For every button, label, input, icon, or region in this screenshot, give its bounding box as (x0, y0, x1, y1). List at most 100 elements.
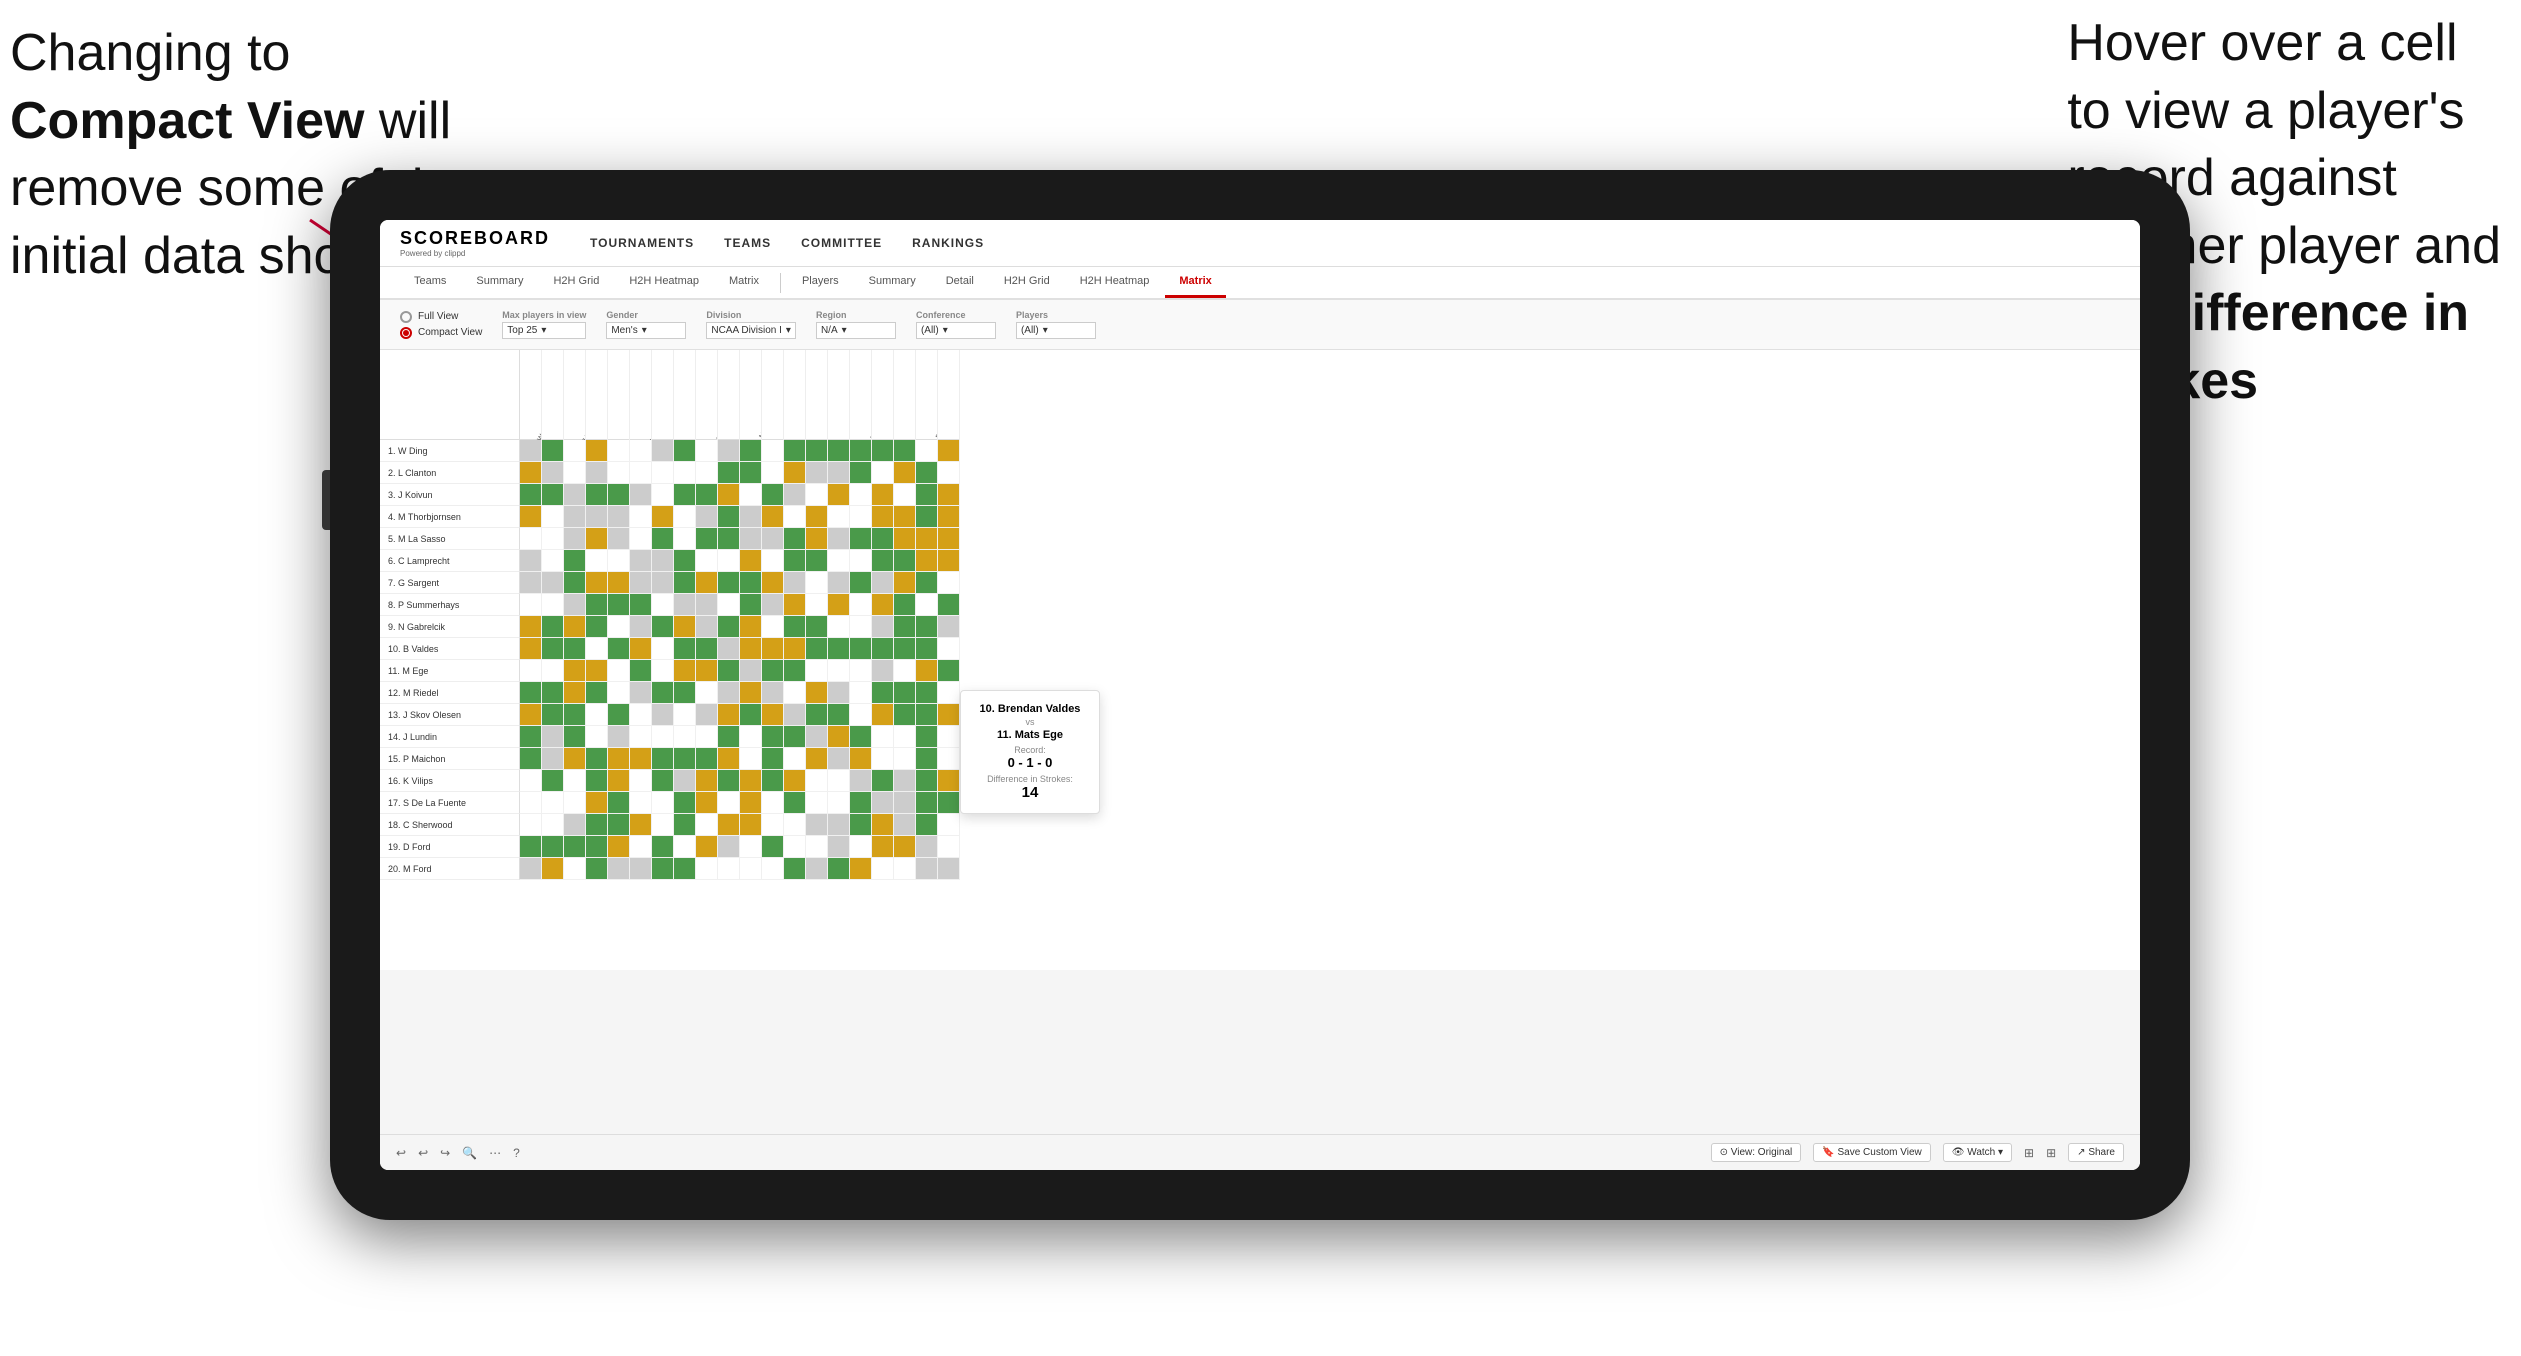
grid-icon[interactable]: ⊞ (2046, 1146, 2056, 1160)
matrix-cell[interactable] (586, 726, 608, 748)
matrix-cell[interactable] (894, 792, 916, 814)
matrix-cell[interactable] (894, 550, 916, 572)
matrix-cell[interactable] (718, 616, 740, 638)
matrix-cell[interactable] (784, 594, 806, 616)
matrix-cell[interactable] (916, 836, 938, 858)
matrix-cell[interactable] (916, 638, 938, 660)
matrix-cell[interactable] (718, 792, 740, 814)
matrix-cell[interactable] (806, 528, 828, 550)
matrix-cell[interactable] (740, 550, 762, 572)
share-btn[interactable]: ↗ Share (2068, 1143, 2124, 1162)
matrix-cell[interactable] (740, 660, 762, 682)
matrix-cell[interactable] (740, 484, 762, 506)
matrix-cell[interactable] (894, 836, 916, 858)
matrix-cell[interactable] (542, 770, 564, 792)
matrix-cell[interactable] (564, 682, 586, 704)
matrix-cell[interactable] (784, 528, 806, 550)
matrix-cell[interactable] (564, 836, 586, 858)
matrix-cell[interactable] (740, 792, 762, 814)
radio-compact-view[interactable]: Compact View (400, 327, 482, 339)
matrix-cell[interactable] (762, 616, 784, 638)
matrix-cell[interactable] (564, 770, 586, 792)
matrix-cell[interactable] (564, 858, 586, 880)
matrix-cell[interactable] (850, 440, 872, 462)
matrix-cell[interactable] (762, 506, 784, 528)
matrix-cell[interactable] (652, 572, 674, 594)
matrix-cell[interactable] (520, 616, 542, 638)
matrix-cell[interactable] (894, 440, 916, 462)
matrix-cell[interactable] (938, 528, 960, 550)
matrix-cell[interactable] (520, 462, 542, 484)
view-original-btn[interactable]: ⊙ View: Original (1711, 1143, 1802, 1162)
matrix-cell[interactable] (828, 440, 850, 462)
matrix-cell[interactable] (674, 638, 696, 660)
matrix-cell[interactable] (542, 660, 564, 682)
matrix-cell[interactable] (652, 594, 674, 616)
matrix-cell[interactable] (652, 704, 674, 726)
nav-teams[interactable]: TEAMS (724, 236, 771, 250)
matrix-cell[interactable] (938, 484, 960, 506)
matrix-cell[interactable] (718, 638, 740, 660)
redo-icon[interactable]: ↪ (440, 1146, 450, 1160)
matrix-cell[interactable] (542, 682, 564, 704)
matrix-cell[interactable] (762, 550, 784, 572)
matrix-cell[interactable] (894, 638, 916, 660)
matrix-cell[interactable] (762, 484, 784, 506)
matrix-cell[interactable] (696, 594, 718, 616)
matrix-cell[interactable] (564, 484, 586, 506)
matrix-cell[interactable] (630, 616, 652, 638)
matrix-cell[interactable] (784, 572, 806, 594)
matrix-cell[interactable] (828, 462, 850, 484)
matrix-cell[interactable] (718, 836, 740, 858)
matrix-cell[interactable] (586, 792, 608, 814)
matrix-cell[interactable] (542, 550, 564, 572)
matrix-cell[interactable] (718, 440, 740, 462)
matrix-cell[interactable] (718, 528, 740, 550)
matrix-cell[interactable] (872, 704, 894, 726)
matrix-cell[interactable] (872, 748, 894, 770)
conference-select[interactable]: (All) ▾ (916, 322, 996, 339)
matrix-cell[interactable] (630, 770, 652, 792)
matrix-cell[interactable] (608, 704, 630, 726)
matrix-cell[interactable] (586, 770, 608, 792)
matrix-cell[interactable] (674, 484, 696, 506)
matrix-cell[interactable] (674, 616, 696, 638)
matrix-cell[interactable] (916, 594, 938, 616)
matrix-cell[interactable] (718, 572, 740, 594)
matrix-cell[interactable] (850, 484, 872, 506)
matrix-cell[interactable] (784, 484, 806, 506)
matrix-cell[interactable] (586, 616, 608, 638)
matrix-cell[interactable] (630, 704, 652, 726)
matrix-cell[interactable] (586, 704, 608, 726)
matrix-cell[interactable] (872, 836, 894, 858)
matrix-cell[interactable] (740, 836, 762, 858)
matrix-cell[interactable] (718, 726, 740, 748)
matrix-cell[interactable] (674, 682, 696, 704)
matrix-cell[interactable] (652, 770, 674, 792)
matrix-cell[interactable] (872, 462, 894, 484)
matrix-cell[interactable] (850, 462, 872, 484)
matrix-cell[interactable] (696, 704, 718, 726)
matrix-cell[interactable] (806, 858, 828, 880)
matrix-cell[interactable] (542, 792, 564, 814)
matrix-cell[interactable] (806, 616, 828, 638)
matrix-cell[interactable] (938, 616, 960, 638)
radio-full-btn[interactable] (400, 311, 412, 323)
matrix-cell[interactable] (564, 572, 586, 594)
matrix-cell[interactable] (586, 814, 608, 836)
matrix-cell[interactable] (718, 660, 740, 682)
matrix-cell[interactable] (608, 440, 630, 462)
layout-icon[interactable]: ⊞ (2024, 1146, 2034, 1160)
matrix-cell[interactable] (674, 462, 696, 484)
matrix-cell[interactable] (894, 748, 916, 770)
matrix-cell[interactable] (586, 506, 608, 528)
matrix-cell[interactable] (850, 638, 872, 660)
matrix-cell[interactable] (740, 858, 762, 880)
matrix-cell[interactable] (630, 682, 652, 704)
region-select[interactable]: N/A ▾ (816, 322, 896, 339)
matrix-cell[interactable] (828, 682, 850, 704)
matrix-cell[interactable] (696, 726, 718, 748)
matrix-cell[interactable] (652, 792, 674, 814)
matrix-cell[interactable] (784, 814, 806, 836)
matrix-cell[interactable] (542, 704, 564, 726)
